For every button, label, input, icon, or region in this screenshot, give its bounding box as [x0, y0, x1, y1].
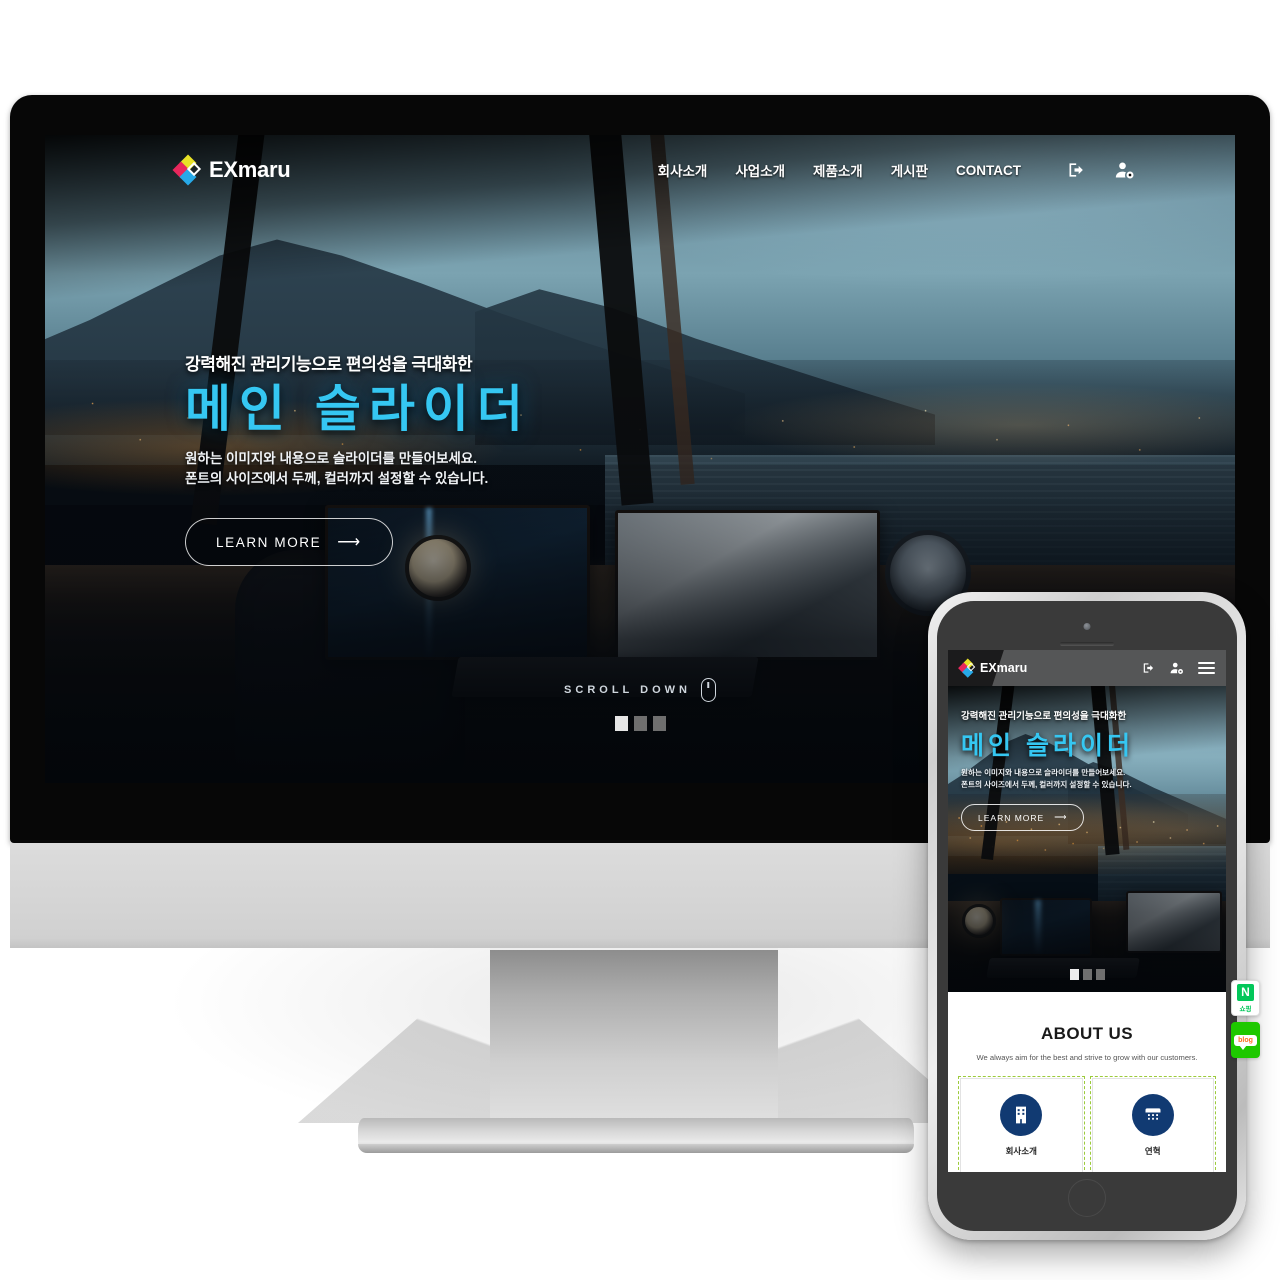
floating-quick-buttons: N 쇼핑 blog	[1231, 980, 1260, 1058]
building-icon	[1000, 1094, 1043, 1136]
site-header: EXmaru 회사소개 사업소개 제품소개 게시판 CONTACT	[45, 135, 1235, 205]
logo-diamond-icon	[958, 658, 976, 678]
scroll-down-label: SCROLL DOWN	[564, 684, 691, 696]
logout-icon[interactable]	[1067, 160, 1087, 180]
hero-eyebrow: 강력해진 관리기능으로 편의성을 극대화한	[185, 355, 473, 374]
phone-home-button[interactable]	[1068, 1179, 1106, 1217]
logo-text: EXmaru	[209, 157, 291, 182]
mobile-logo[interactable]: EXmaru	[958, 658, 1028, 678]
mobile-hero-section: 강력해진 관리기능으로 편의성을 극대화한 메인 슬라이더 원하는 이미지와 내…	[948, 686, 1226, 992]
imac-stand-base-edge	[358, 1144, 914, 1153]
slider-dot-1[interactable]	[614, 716, 628, 731]
slider-dot-2[interactable]	[633, 716, 647, 731]
calendar-icon-glyph	[1145, 1108, 1161, 1123]
desktop-website: EXmaru 회사소개 사업소개 제품소개 게시판 CONTACT 강력해진 관…	[45, 135, 1235, 783]
about-card-company[interactable]: 회사소개	[958, 1076, 1085, 1172]
naver-shopping-label: 쇼핑	[1239, 1005, 1252, 1013]
nav-item-board[interactable]: 게시판	[891, 160, 928, 180]
phone-speaker-grille	[1060, 642, 1114, 646]
about-card-company-label: 회사소개	[1005, 1146, 1037, 1156]
phone-camera-icon	[1083, 623, 1091, 630]
scroll-down-row: SCROLL DOWN	[564, 678, 716, 702]
logo-diamond-icon	[172, 154, 202, 186]
mobile-logo-text: EXmaru	[980, 661, 1028, 675]
nav-item-contact[interactable]: CONTACT	[956, 163, 1021, 178]
logout-icon[interactable]	[1142, 661, 1156, 675]
mobile-header-icons	[1142, 661, 1215, 675]
nav-item-business[interactable]: 사업소개	[735, 160, 785, 180]
slider-dot-3[interactable]	[652, 716, 666, 731]
about-us-cards: 회사소개 연혁	[958, 1076, 1216, 1172]
slider-pagination[interactable]	[614, 716, 666, 731]
mobile-hero-desc-line-2: 폰트의 사이즈에서 두께, 컬러까지 설정할 수 있습니다.	[961, 780, 1132, 790]
nav-item-product[interactable]: 제품소개	[813, 160, 863, 180]
screenshot-root: EXmaru 회사소개 사업소개 제품소개 게시판 CONTACT 강력해진 관…	[0, 0, 1280, 1280]
about-card-history[interactable]: 연혁	[1089, 1076, 1216, 1172]
desktop-screen: EXmaru 회사소개 사업소개 제품소개 게시판 CONTACT 강력해진 관…	[45, 135, 1235, 783]
site-logo[interactable]: EXmaru	[172, 154, 291, 186]
imac-stand-neck	[490, 948, 778, 1130]
mobile-slider-dot-1[interactable]	[1069, 969, 1079, 980]
imac-neck-shadow-left	[298, 948, 498, 1123]
mobile-slider-dot-2[interactable]	[1082, 969, 1092, 980]
main-navigation: 회사소개 사업소개 제품소개 게시판 CONTACT	[658, 160, 1135, 180]
arrow-right-icon: ⟶	[337, 534, 362, 552]
mobile-slider-pagination[interactable]	[948, 969, 1226, 980]
nav-item-company[interactable]: 회사소개	[658, 160, 708, 180]
calendar-icon	[1131, 1094, 1174, 1136]
mobile-slider-dot-3[interactable]	[1095, 969, 1105, 980]
mobile-learn-more-button[interactable]: LEARN MORE ⟶	[961, 804, 1085, 832]
mobile-hero-desc-line-1: 원하는 이미지와 내용으로 슬라이더를 만들어보세요.	[961, 768, 1126, 777]
about-us-section: ABOUT US We always aim for the best and …	[948, 992, 1226, 1172]
learn-more-button[interactable]: LEARN MORE ⟶	[185, 518, 393, 567]
about-us-subtitle: We always aim for the best and strive to…	[976, 1053, 1198, 1062]
naver-shopping-button[interactable]: N 쇼핑	[1231, 980, 1260, 1016]
naver-blog-button[interactable]: blog	[1231, 1022, 1260, 1058]
about-us-title: ABOUT US	[1041, 1024, 1133, 1043]
hero-copy: 강력해진 관리기능으로 편의성을 극대화한 메인 슬라이더 원하는 이미지와 내…	[185, 350, 531, 567]
user-settings-icon-glyph	[1170, 662, 1183, 674]
naver-blog-label: blog	[1234, 1034, 1257, 1050]
user-settings-icon[interactable]	[1170, 661, 1184, 675]
mouse-icon	[700, 678, 716, 702]
learn-more-label: LEARN MORE	[216, 534, 322, 550]
hero-desc-line-1: 원하는 이미지와 내용으로 슬라이더를 만들어보세요.	[185, 450, 477, 466]
mobile-learn-more-label: LEARN MORE	[978, 812, 1045, 823]
arrow-right-icon: ⟶	[1054, 812, 1068, 823]
logout-icon-glyph	[1143, 663, 1154, 673]
mobile-hero-eyebrow: 강력해진 관리기능으로 편의성을 극대화한	[961, 711, 1127, 722]
mobile-hero-title: 메인 슬라이더	[961, 732, 1134, 760]
hamburger-menu-icon[interactable]	[1198, 661, 1215, 675]
mobile-hero-copy: 강력해진 관리기능으로 편의성을 극대화한 메인 슬라이더 원하는 이미지와 내…	[961, 708, 1134, 832]
about-card-history-label: 연혁	[1144, 1146, 1161, 1156]
logout-icon-glyph	[1069, 163, 1083, 177]
hero-desc-line-2: 폰트의 사이즈에서 두께, 컬러까지 설정할 수 있습니다.	[185, 471, 489, 487]
building-icon-glyph	[1016, 1106, 1027, 1124]
hero-title: 메인 슬라이더	[185, 381, 531, 437]
user-settings-icon[interactable]	[1115, 160, 1135, 180]
naver-n-icon: N	[1237, 983, 1254, 1001]
user-settings-icon-glyph	[1115, 162, 1134, 179]
